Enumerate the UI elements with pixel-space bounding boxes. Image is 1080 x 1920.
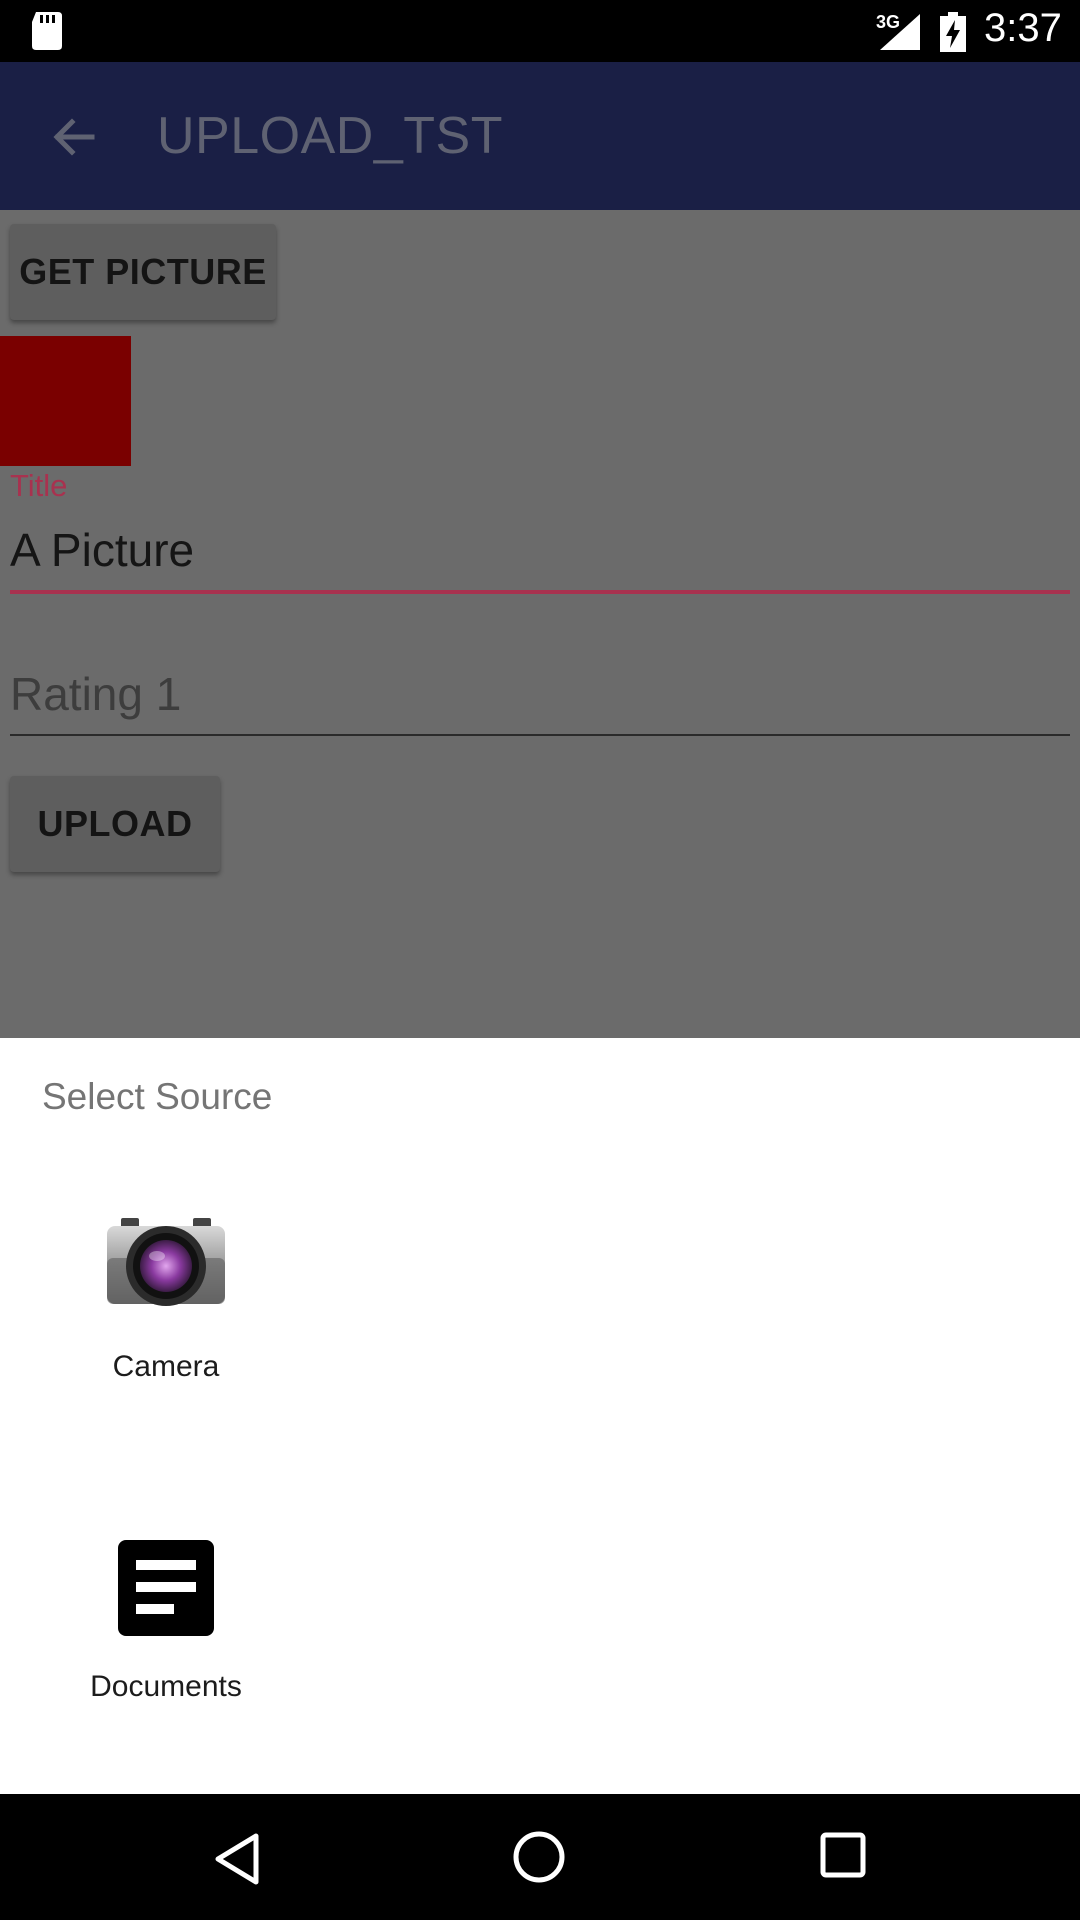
back-arrow-icon[interactable] (48, 112, 98, 162)
nav-back-icon[interactable] (212, 1832, 262, 1886)
main-content: GET PICTURE Title A Picture Rating 1 UPL… (0, 210, 1080, 1038)
signal-icon (880, 14, 920, 50)
upload-button[interactable]: UPLOAD (10, 776, 220, 872)
status-bar: 3G 3:37 (0, 0, 1080, 62)
app-bar: UPLOAD_TST (0, 62, 1080, 210)
nav-recents-icon[interactable] (820, 1832, 866, 1878)
get-picture-button[interactable]: GET PICTURE (10, 224, 276, 320)
camera-option-label: Camera (112, 1350, 220, 1383)
title-input[interactable]: A Picture (10, 520, 1070, 594)
documents-icon (118, 1540, 214, 1636)
sheet-title: Select Source (42, 1076, 273, 1117)
rating-input[interactable]: Rating 1 (10, 664, 1070, 736)
documents-option[interactable]: Documents (60, 1530, 272, 1750)
nav-home-icon[interactable] (512, 1830, 566, 1884)
camera-option[interactable]: Camera (60, 1200, 272, 1420)
picture-preview (0, 336, 131, 466)
app-title: UPLOAD_TST (157, 107, 503, 165)
camera-icon (107, 1218, 225, 1306)
battery-charging-icon (940, 12, 966, 52)
title-field-label: Title (10, 468, 68, 503)
navigation-bar (0, 1794, 1080, 1920)
sd-card-icon (32, 12, 62, 50)
documents-option-label: Documents (90, 1670, 242, 1703)
select-source-sheet: Select Source Camera Documents (0, 1038, 1080, 1794)
clock: 3:37 (984, 6, 1062, 50)
